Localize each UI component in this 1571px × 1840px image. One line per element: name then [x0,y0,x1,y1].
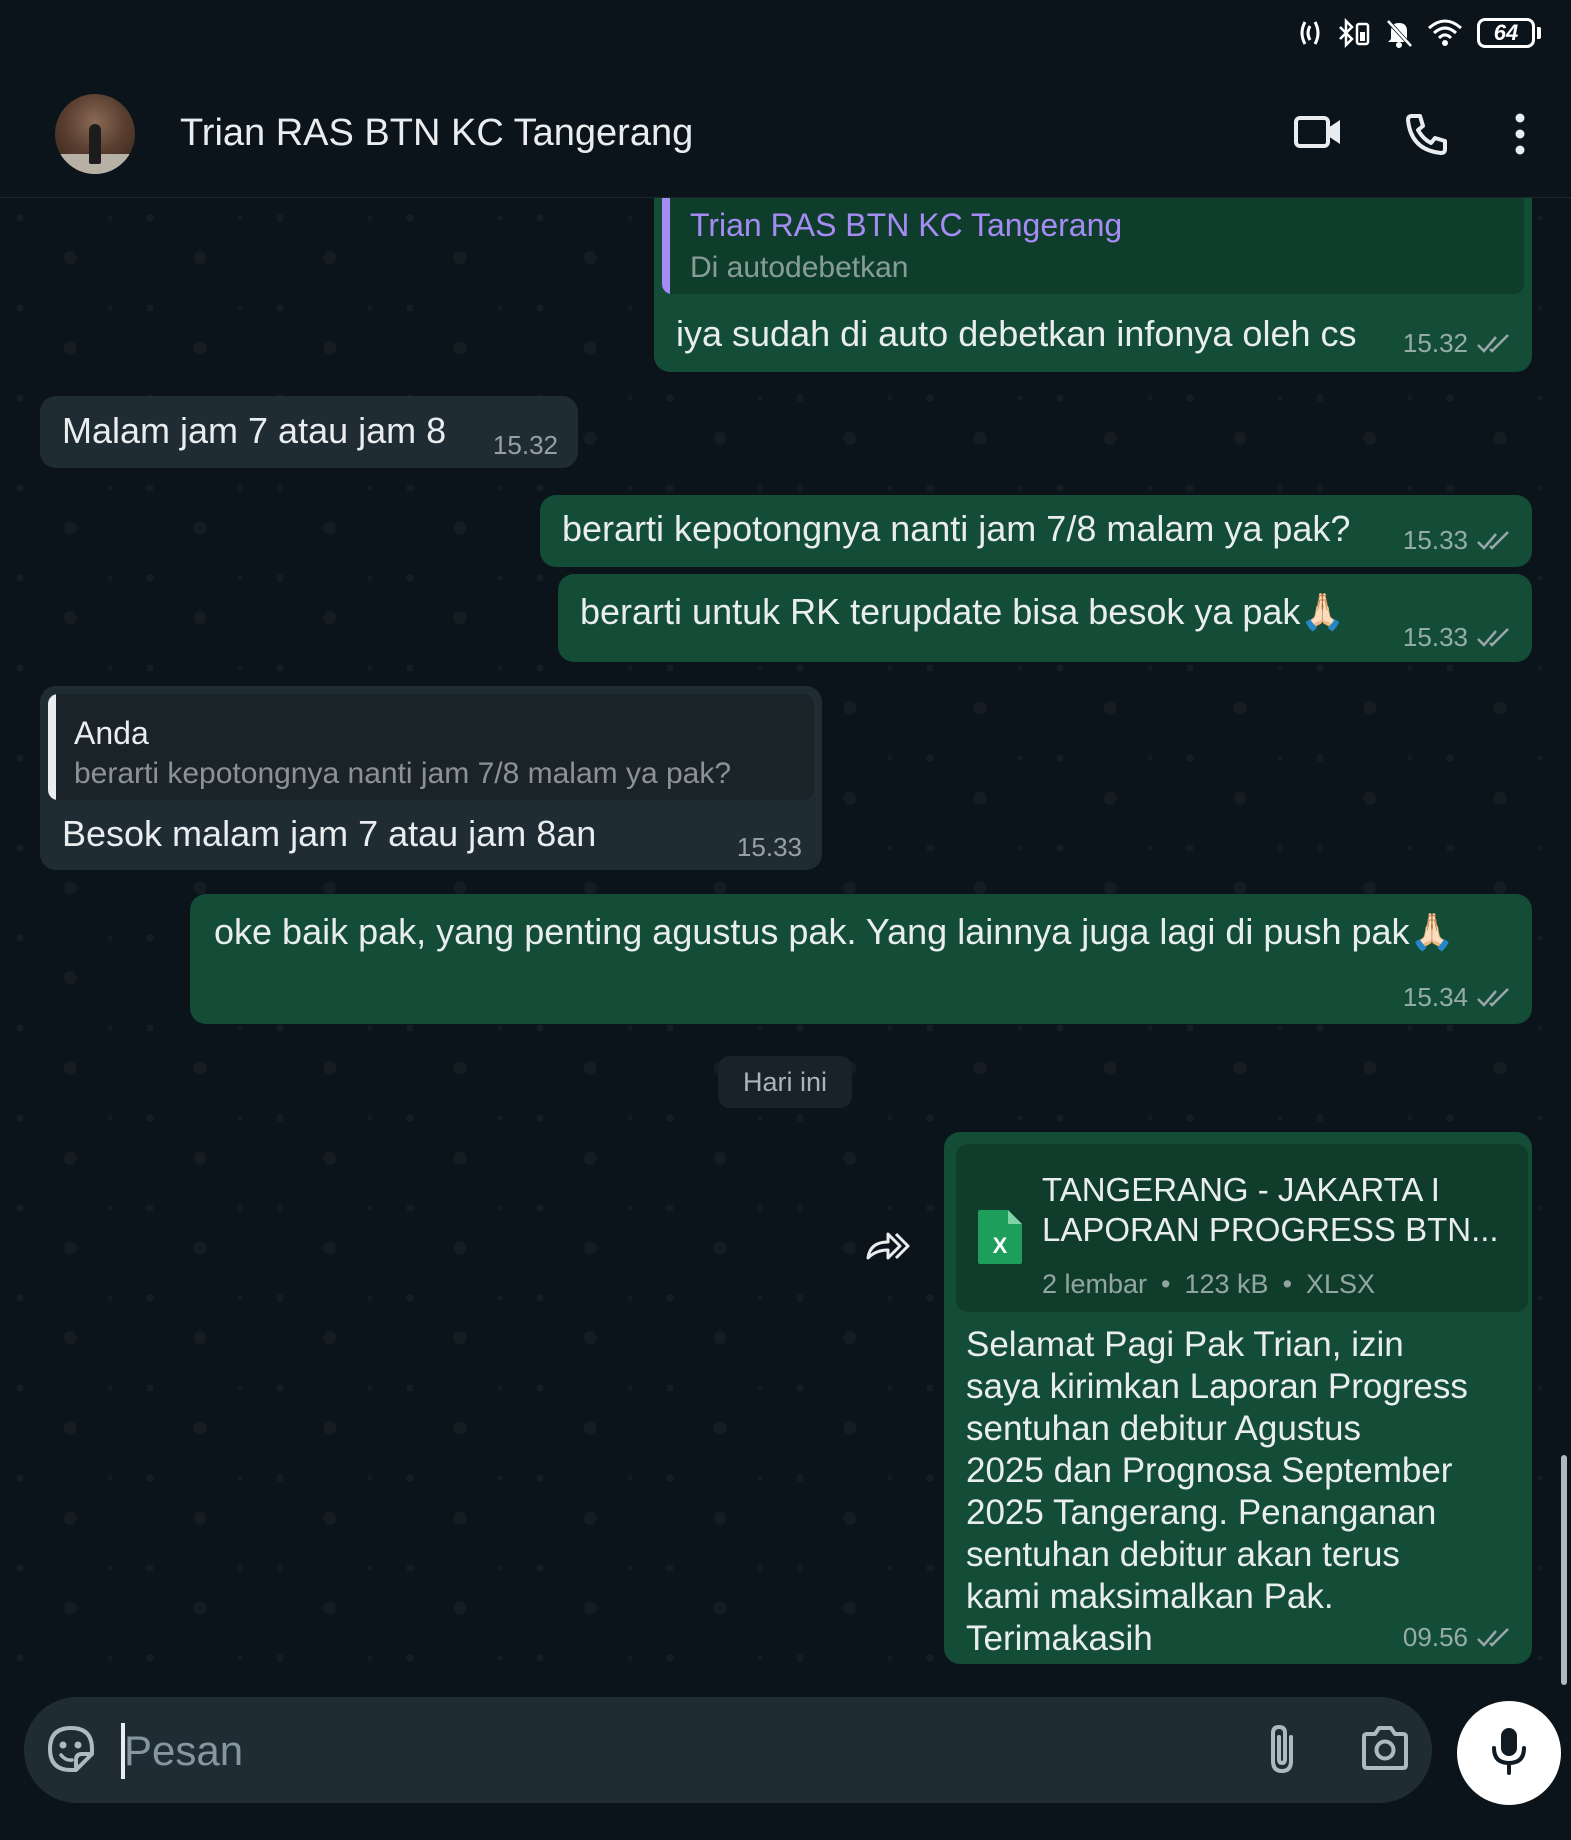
message-meta: 15.33 [737,832,802,863]
message-meta: 15.33 [1403,622,1512,653]
document-type: XLSX [1306,1269,1376,1299]
message-bubble-incoming[interactable]: Malam jam 7 atau jam 8 15.32 [40,396,578,468]
video-call-icon[interactable] [1294,112,1342,152]
message-text: Besok malam jam 7 atau jam 8an [62,813,597,854]
caption-line: saya kirimkan Laporan Progress [966,1367,1468,1406]
scrollbar[interactable] [1561,1455,1567,1685]
message-meta: 15.34 [1403,982,1512,1013]
document-title-line2: LAPORAN PROGRESS BTN... [1042,1211,1499,1248]
quote-text: berarti kepotongnya nanti jam 7/8 malam … [74,757,732,790]
status-bar: 64 [0,0,1571,72]
caption-line: 2025 dan Prognosa September [966,1451,1453,1490]
caption-line: 2025 Tangerang. Penanganan [966,1493,1437,1532]
document-caption: Selamat Pagi Pak Trian, izin saya kirimk… [966,1324,1468,1660]
message-meta: 15.33 [1403,525,1512,556]
caption-line: Terimakasih [966,1619,1153,1658]
message-text: iya sudah di auto debetkan infonya oleh … [676,313,1357,354]
svg-text:X: X [993,1233,1008,1258]
camera-icon[interactable] [1360,1725,1410,1776]
caption-line: Selamat Pagi Pak Trian, izin [966,1325,1404,1364]
message-time: 15.32 [492,430,558,460]
meta-separator: • [1282,1269,1293,1299]
message-bubble-outgoing[interactable]: Trian RAS BTN KC Tangerang Di autodebetk… [654,198,1532,372]
xlsx-icon: X [976,1208,1024,1275]
message-bubble-outgoing[interactable]: berarti untuk RK terupdate bisa besok ya… [558,574,1532,662]
message-input-bar: Pesan [24,1697,1432,1803]
quote-bar [48,694,56,800]
caption-line: kami maksimalkan Pak. [966,1577,1334,1616]
message-bubble-outgoing[interactable]: oke baik pak, yang penting agustus pak. … [190,894,1532,1024]
message-time: 15.33 [736,832,802,862]
battery-tip [1537,27,1541,39]
double-check-icon [1476,530,1512,552]
message-time: 15.34 [1402,982,1468,1012]
message-meta: 09.56 [1403,1622,1512,1653]
double-check-icon [1476,333,1512,355]
microphone-icon [1489,1726,1529,1781]
message-text: Malam jam 7 atau jam 8 [62,410,447,451]
caption-line: sentuhan debitur akan terus [966,1535,1400,1574]
wifi-icon [1427,18,1463,48]
quote-bar [662,198,670,294]
attach-icon[interactable] [1265,1723,1299,1780]
chat-area[interactable]: Trian RAS BTN KC Tangerang Di autodebetk… [0,198,1571,1688]
message-meta: 15.32 [1403,328,1512,359]
message-meta: 15.32 [493,430,558,461]
more-options-icon[interactable] [1510,112,1530,156]
message-bubble-outgoing[interactable]: berarti kepotongnya nanti jam 7/8 malam … [540,495,1532,567]
status-icons: 64 [1297,18,1541,48]
message-text: berarti untuk RK terupdate bisa besok ya… [580,591,1346,632]
forward-icon[interactable] [852,1208,924,1280]
message-input[interactable]: Pesan [124,1727,243,1775]
double-check-icon [1476,987,1512,1009]
date-divider: Hari ini [718,1056,852,1108]
quoted-message[interactable]: Anda berarti kepotongnya nanti jam 7/8 m… [48,694,814,800]
quote-text: Di autodebetkan [690,251,909,284]
sticker-emoji-icon[interactable] [46,1724,96,1779]
chat-header: Trian RAS BTN KC Tangerang [0,72,1571,198]
message-text: oke baik pak, yang penting agustus pak. … [214,911,1455,952]
document-size: 123 kB [1184,1269,1269,1299]
voice-call-icon[interactable] [1404,112,1448,156]
double-check-icon [1476,627,1512,649]
double-check-icon [1476,1627,1512,1649]
avatar-figure [89,124,101,164]
message-text: berarti kepotongnya nanti jam 7/8 malam … [562,508,1351,549]
document-attachment[interactable]: X TANGERANG - JAKARTA I LAPORAN PROGRESS… [956,1144,1528,1312]
voice-message-button[interactable] [1457,1701,1561,1805]
battery-indicator: 64 [1477,18,1541,48]
meta-separator: • [1161,1269,1171,1299]
battery-level: 64 [1477,18,1535,48]
message-bubble-incoming[interactable]: Anda berarti kepotongnya nanti jam 7/8 m… [40,686,822,870]
document-title-line1: TANGERANG - JAKARTA I [1042,1171,1440,1208]
document-pages: 2 lembar [1042,1269,1148,1299]
quote-sender: Anda [74,715,149,751]
document-meta: 2 lembar • 123 kB • XLSX [1042,1268,1375,1300]
document-title: TANGERANG - JAKARTA I LAPORAN PROGRESS B… [1042,1170,1512,1250]
message-time: 15.33 [1402,622,1468,652]
quoted-message[interactable]: Trian RAS BTN KC Tangerang Di autodebetk… [662,198,1524,294]
avatar[interactable] [55,94,135,174]
contact-name[interactable]: Trian RAS BTN KC Tangerang [180,112,693,155]
message-time: 15.33 [1402,525,1468,555]
nfc-icon [1297,18,1323,48]
message-time: 15.32 [1402,328,1468,358]
message-bubble-outgoing-document[interactable]: X TANGERANG - JAKARTA I LAPORAN PROGRESS… [944,1132,1532,1664]
message-time: 09.56 [1402,1622,1468,1652]
caption-line: sentuhan debitur Agustus [966,1409,1362,1448]
bluetooth-battery-icon [1337,18,1371,48]
mute-bell-icon [1385,18,1413,48]
quote-sender: Trian RAS BTN KC Tangerang [690,207,1123,243]
